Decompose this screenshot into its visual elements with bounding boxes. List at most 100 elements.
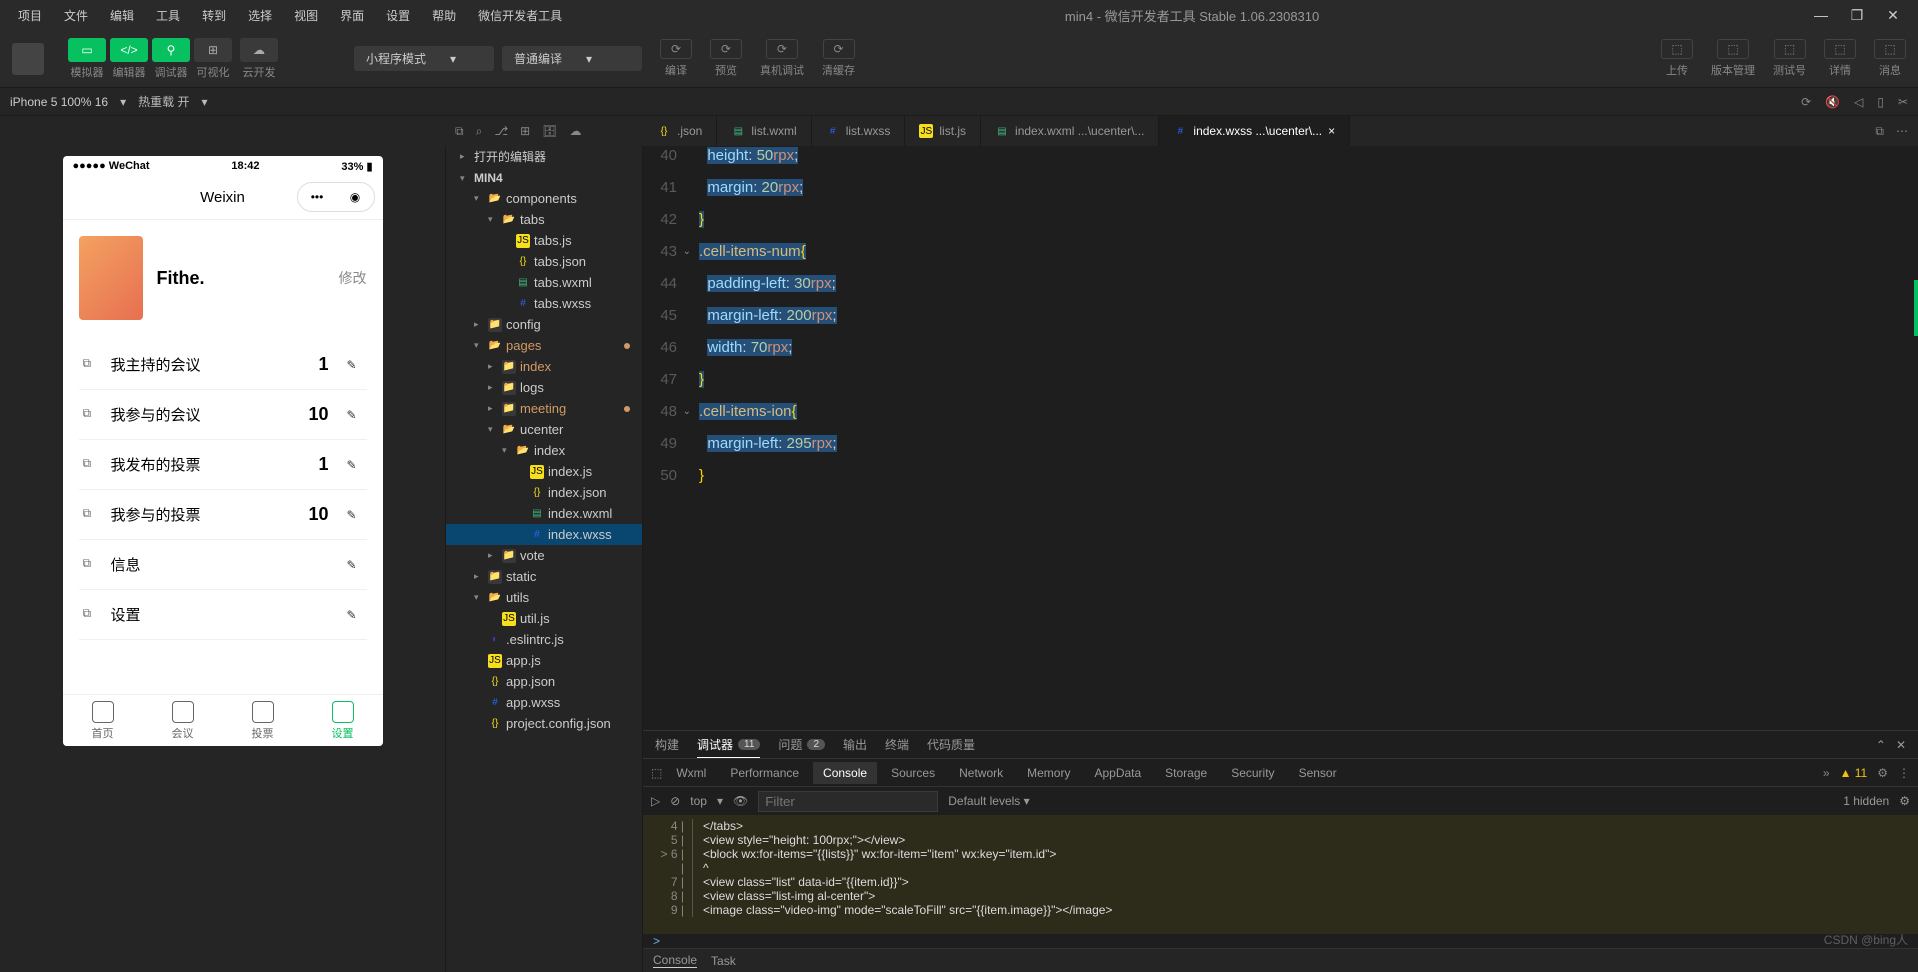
tree-utils[interactable]: ▾📂utils bbox=[446, 587, 642, 608]
tree-.eslintrc.js[interactable]: ◐.eslintrc.js bbox=[446, 629, 642, 650]
cell-item[interactable]: ⧉我参与的会议10✎ bbox=[79, 390, 367, 440]
more-icon[interactable]: ⋯ bbox=[1896, 124, 1908, 138]
clear-icon[interactable]: ⊘ bbox=[670, 794, 680, 808]
mode-dropdown[interactable]: 小程序模式▾ bbox=[354, 46, 494, 71]
tree-pages[interactable]: ▾📂pages bbox=[446, 335, 642, 356]
tree-ucenter[interactable]: ▾📂ucenter bbox=[446, 419, 642, 440]
tree-project.config.json[interactable]: {}project.config.json bbox=[446, 713, 642, 734]
device-info[interactable]: iPhone 5 100% 16 bbox=[10, 95, 108, 109]
tree-index[interactable]: ▸📁index bbox=[446, 356, 642, 377]
target-icon[interactable]: ◉ bbox=[350, 190, 360, 204]
code-editor[interactable]: 40414243⌄4445464748⌄4950 height: 50rpx; … bbox=[643, 140, 1918, 730]
visual-toggle[interactable]: ⊞ bbox=[194, 38, 232, 62]
详情-button[interactable]: ⬚ bbox=[1824, 39, 1856, 59]
tree-meeting[interactable]: ▸📁meeting bbox=[446, 398, 642, 419]
close-icon[interactable]: ✕ bbox=[1896, 738, 1906, 752]
清缓存-button[interactable]: ⟳ bbox=[823, 39, 855, 59]
edit-icon[interactable]: ✎ bbox=[347, 408, 363, 422]
tree-config[interactable]: ▸📁config bbox=[446, 314, 642, 335]
db-icon[interactable]: 🗄 bbox=[542, 124, 557, 138]
capsule[interactable]: ••• ◉ bbox=[297, 182, 375, 212]
cell-item[interactable]: ⧉设置✎ bbox=[79, 590, 367, 640]
预览-button[interactable]: ⟳ bbox=[710, 39, 742, 59]
mute-icon[interactable]: 🔇 bbox=[1825, 95, 1840, 109]
more-icon[interactable]: » bbox=[1823, 766, 1830, 780]
编译-button[interactable]: ⟳ bbox=[660, 39, 692, 59]
minimize-button[interactable]: — bbox=[1812, 6, 1830, 24]
btab-输出[interactable]: 输出 bbox=[843, 736, 867, 753]
play-icon[interactable]: ▷ bbox=[651, 794, 660, 808]
tree-index.js[interactable]: JSindex.js bbox=[446, 461, 642, 482]
devtab-Security[interactable]: Security bbox=[1221, 762, 1284, 784]
branch-icon[interactable]: ⎇ bbox=[494, 124, 508, 138]
gear-icon[interactable]: ⚙ bbox=[1899, 794, 1910, 808]
maximize-button[interactable]: ❐ bbox=[1848, 6, 1866, 24]
cloud-icon[interactable]: ☁ bbox=[569, 124, 581, 138]
tree-vote[interactable]: ▸📁vote bbox=[446, 545, 642, 566]
tree-tabs[interactable]: ▾📂tabs bbox=[446, 209, 642, 230]
more-icon[interactable]: ••• bbox=[311, 190, 324, 204]
user-avatar[interactable] bbox=[12, 43, 44, 75]
filter-input[interactable] bbox=[758, 791, 938, 812]
nav-设置[interactable]: 设置 bbox=[303, 695, 383, 746]
cell-item[interactable]: ⧉我主持的会议1✎ bbox=[79, 340, 367, 390]
tree-tabs.wxss[interactable]: #tabs.wxss bbox=[446, 293, 642, 314]
cell-item[interactable]: ⧉我参与的投票10✎ bbox=[79, 490, 367, 540]
console-output[interactable]: 4 |</tabs>5 |<view style="height: 100rpx… bbox=[643, 815, 1918, 934]
back-icon[interactable]: ◁ bbox=[1854, 95, 1863, 109]
消息-button[interactable]: ⬚ bbox=[1874, 39, 1906, 59]
tree-index.json[interactable]: {}index.json bbox=[446, 482, 642, 503]
devtab-Network[interactable]: Network bbox=[949, 762, 1013, 784]
gear-icon[interactable]: ⚙ bbox=[1877, 766, 1888, 780]
tree-index.wxml[interactable]: ▤index.wxml bbox=[446, 503, 642, 524]
menu-微信开发者工具[interactable]: 微信开发者工具 bbox=[468, 3, 572, 28]
btab-终端[interactable]: 终端 bbox=[885, 736, 909, 753]
devtab-Sensor[interactable]: Sensor bbox=[1289, 762, 1347, 784]
simulator-toggle[interactable]: ▭ bbox=[68, 38, 106, 62]
tab-list.js[interactable]: JSlist.js bbox=[905, 116, 981, 146]
nav-会议[interactable]: 会议 bbox=[143, 695, 223, 746]
tree-tabs.wxml[interactable]: ▤tabs.wxml bbox=[446, 272, 642, 293]
edit-icon[interactable]: ✎ bbox=[347, 458, 363, 472]
footer-task[interactable]: Task bbox=[711, 954, 736, 968]
footer-console[interactable]: Console bbox=[653, 953, 697, 968]
profile-avatar[interactable] bbox=[79, 236, 143, 320]
真机调试-button[interactable]: ⟳ bbox=[766, 39, 798, 59]
btab-调试器[interactable]: 调试器11 bbox=[697, 736, 760, 758]
tree-app.json[interactable]: {}app.json bbox=[446, 671, 642, 692]
nav-首页[interactable]: 首页 bbox=[63, 695, 143, 746]
cell-item[interactable]: ⧉信息✎ bbox=[79, 540, 367, 590]
chevron-up-icon[interactable]: ⌃ bbox=[1876, 738, 1886, 752]
more-icon[interactable]: ⋮ bbox=[1898, 766, 1910, 780]
tab-list.wxss[interactable]: #list.wxss bbox=[812, 116, 906, 146]
cell-item[interactable]: ⧉我发布的投票1✎ bbox=[79, 440, 367, 490]
close-icon[interactable]: × bbox=[1328, 124, 1335, 138]
menu-编辑[interactable]: 编辑 bbox=[100, 3, 144, 28]
inspect-icon[interactable]: ⬚ bbox=[651, 766, 662, 780]
测试号-button[interactable]: ⬚ bbox=[1774, 39, 1806, 59]
menu-视图[interactable]: 视图 bbox=[284, 3, 328, 28]
console-prompt[interactable]: > bbox=[643, 934, 1918, 948]
devtab-Performance[interactable]: Performance bbox=[720, 762, 809, 784]
devtab-Sources[interactable]: Sources bbox=[881, 762, 945, 784]
copy-icon[interactable]: ⧉ bbox=[455, 124, 464, 139]
tree-app.wxss[interactable]: #app.wxss bbox=[446, 692, 642, 713]
tree-static[interactable]: ▸📁static bbox=[446, 566, 642, 587]
devtab-Storage[interactable]: Storage bbox=[1155, 762, 1217, 784]
tree-tabs.json[interactable]: {}tabs.json bbox=[446, 251, 642, 272]
devtab-Console[interactable]: Console bbox=[813, 762, 877, 784]
menu-选择[interactable]: 选择 bbox=[238, 3, 282, 28]
phone-icon[interactable]: ▯ bbox=[1877, 95, 1884, 109]
levels-dropdown[interactable]: Default levels ▾ bbox=[948, 794, 1029, 808]
edit-icon[interactable]: ✎ bbox=[347, 508, 363, 522]
tab-index.wxml ...\ucenter\...[interactable]: ▤index.wxml ...\ucenter\... bbox=[981, 116, 1159, 146]
menu-转到[interactable]: 转到 bbox=[192, 3, 236, 28]
tab-.json[interactable]: {}.json bbox=[643, 116, 717, 146]
devtab-Wxml[interactable]: Wxml bbox=[666, 762, 716, 784]
section-open-editors[interactable]: ▸打开的编辑器 bbox=[446, 145, 642, 168]
tree-index[interactable]: ▾📂index bbox=[446, 440, 642, 461]
menu-项目[interactable]: 项目 bbox=[8, 3, 52, 28]
menu-帮助[interactable]: 帮助 bbox=[422, 3, 466, 28]
editor-toggle[interactable]: </> bbox=[110, 38, 148, 62]
menu-设置[interactable]: 设置 bbox=[376, 3, 420, 28]
